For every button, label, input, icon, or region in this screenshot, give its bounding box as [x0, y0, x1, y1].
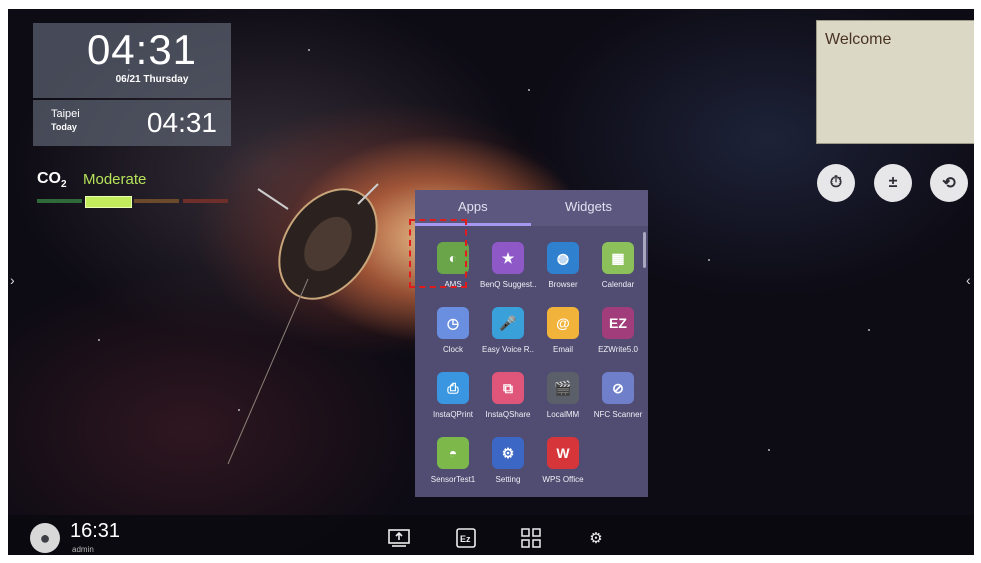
app-label: Calendar	[601, 280, 635, 289]
app-film-clapper[interactable]: 🎬 LocalMM	[535, 372, 591, 419]
app-label: NFC Scanner	[593, 410, 643, 419]
star	[768, 449, 770, 451]
settings-gear-icon[interactable]: ⚙	[584, 527, 608, 549]
app-label: InstaQPrint	[432, 410, 473, 419]
co2-level: Moderate	[83, 171, 147, 188]
benq-suggest-icon: ★	[492, 242, 524, 274]
right-panel-arrow-icon[interactable]: ‹	[966, 272, 971, 288]
star	[98, 339, 100, 341]
co2-label: CO2	[37, 170, 67, 190]
world-clock-widget[interactable]: Taipei Today 04:31	[33, 100, 231, 146]
app-nfc-tag[interactable]: ⊘ NFC Scanner	[590, 372, 646, 419]
app-label: Email	[552, 345, 573, 354]
user-avatar-icon[interactable]: ●	[30, 523, 60, 553]
taskbar-time: 16:31	[70, 520, 121, 542]
clock-date: 06/21 Thursday	[115, 74, 189, 85]
app-label: Clock	[442, 345, 463, 354]
tab-apps[interactable]: Apps	[458, 199, 488, 214]
app-label: WPS Office	[542, 475, 584, 484]
share-icon: ⧉	[492, 372, 524, 404]
star	[708, 259, 710, 261]
microphone-icon: 🎤	[492, 307, 524, 339]
left-panel-arrow-icon[interactable]: ›	[10, 272, 15, 288]
ams-highlight-box	[409, 219, 467, 288]
taskbar: ● 16:31 admin Ez ⚙	[8, 515, 974, 555]
restore-icon[interactable]: ⟲	[930, 164, 968, 202]
app-gear[interactable]: ⚙ Setting	[480, 437, 536, 484]
clock-icon: ◷	[437, 307, 469, 339]
app-label: Easy Voice R..	[481, 345, 535, 354]
co2-bar-bad	[183, 199, 228, 203]
ezwrite-icon: EZ	[602, 307, 634, 339]
app-clock[interactable]: ◷ Clock	[425, 307, 481, 354]
clock-widget[interactable]: 04:31 06/21 Thursday	[33, 23, 231, 98]
app-calendar[interactable]: ▦ Calendar	[590, 242, 646, 289]
co2-bar-moderate	[85, 196, 132, 208]
app-ezwrite[interactable]: EZ EZWrite5.0	[590, 307, 646, 354]
calendar-icon: ▦	[602, 242, 634, 274]
svg-text:Ez: Ez	[460, 534, 471, 544]
app-microphone[interactable]: 🎤 Easy Voice R..	[480, 307, 536, 354]
wps-icon: W	[547, 437, 579, 469]
apps-grid-icon[interactable]	[519, 527, 543, 549]
app-benq-suggest[interactable]: ★ BenQ Suggest..	[480, 242, 536, 289]
ezwrite-icon[interactable]: Ez	[454, 527, 478, 549]
film-clapper-icon: 🎬	[547, 372, 579, 404]
email-icon: @	[547, 307, 579, 339]
app-label: BenQ Suggest..	[480, 280, 536, 289]
star	[528, 89, 530, 91]
spacecraft-image	[227, 183, 379, 465]
calculator-icon[interactable]: ±	[874, 164, 912, 202]
star	[868, 329, 870, 331]
world-clock-city: Taipei	[51, 108, 80, 120]
app-label: LocalMM	[546, 410, 580, 419]
app-label: Setting	[495, 475, 521, 484]
printer-icon: ⎙	[437, 372, 469, 404]
world-clock-time: 04:31	[146, 107, 217, 138]
timer-icon[interactable]: ⏱	[817, 164, 855, 202]
app-label: SensorTest1	[430, 475, 476, 484]
co2-bar-poor	[134, 199, 179, 203]
app-label: Browser	[548, 280, 578, 289]
tab-widgets[interactable]: Widgets	[565, 199, 612, 214]
gear-icon: ⚙	[492, 437, 524, 469]
app-android[interactable]: ◓ SensorTest1	[425, 437, 481, 484]
app-wps[interactable]: W WPS Office	[535, 437, 591, 484]
co2-subscript: 2	[61, 179, 67, 191]
co2-label-text: CO	[37, 170, 61, 187]
clock-time: 04:31	[86, 26, 198, 73]
android-icon: ◓	[437, 437, 469, 469]
app-browser-globe[interactable]: ◍ Browser	[535, 242, 591, 289]
world-clock-day: Today	[51, 122, 77, 132]
browser-globe-icon: ◍	[547, 242, 579, 274]
welcome-note[interactable]: Welcome	[816, 20, 974, 144]
app-label: InstaQShare	[485, 410, 531, 419]
desktop-background: 04:31 06/21 Thursday Taipei Today 04:31 …	[8, 9, 974, 555]
app-share[interactable]: ⧉ InstaQShare	[480, 372, 536, 419]
star	[308, 49, 310, 51]
taskbar-user: admin	[72, 545, 94, 554]
nfc-tag-icon: ⊘	[602, 372, 634, 404]
app-email[interactable]: @ Email	[535, 307, 591, 354]
app-printer[interactable]: ⎙ InstaQPrint	[425, 372, 481, 419]
app-label: EZWrite5.0	[598, 345, 638, 354]
co2-bar-good	[37, 199, 82, 203]
screen-share-icon[interactable]	[387, 527, 411, 549]
